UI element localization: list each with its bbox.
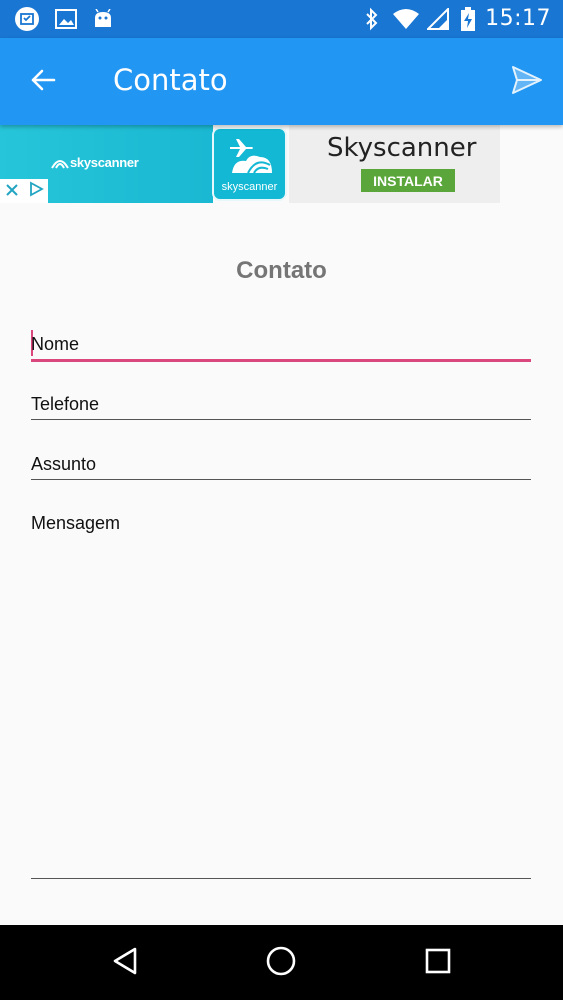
send-button[interactable] [505,60,549,104]
adchoices-icon [28,181,44,201]
status-time: 15:17 [485,6,551,31]
ad-app-icon-label: skyscanner [221,181,278,193]
phone-field-label: Telefone [31,394,100,414]
nav-recents-icon [424,947,452,979]
android-notification-icon [92,7,114,31]
app-bar-title: Contato [113,63,228,97]
subject-field-underline [31,479,531,480]
airplane-cloud-icon [226,135,276,183]
subject-field[interactable]: Assunto [31,450,531,482]
app-bar: Contato [0,38,563,125]
name-field-label: Nome [31,334,80,354]
send-icon [511,65,543,99]
phone-field-underline [31,419,531,420]
close-icon [5,182,19,201]
subject-field-label: Assunto [31,454,97,474]
message-field[interactable]: Mensagem [31,510,531,880]
nav-back-button[interactable] [105,943,145,983]
back-button[interactable] [18,58,68,106]
nav-home-icon [265,945,297,981]
nav-recents-button[interactable] [418,943,458,983]
navigation-bar [0,925,563,1000]
name-field-underline [31,359,531,362]
message-field-underline [31,878,531,879]
ad-brand-text: skyscanner [70,155,139,170]
form-title: Contato [236,257,327,284]
ad-brand-panel[interactable]: skyscanner [0,125,213,203]
signal-icon [427,7,449,31]
wifi-icon [392,7,420,31]
ad-info-panel[interactable]: Skyscanner INSTALAR [289,125,500,203]
calendar-notification-icon [14,7,40,31]
status-bar: 15:17 [0,0,563,38]
battery-charging-icon [460,7,476,31]
phone-field[interactable]: Telefone [31,390,531,422]
message-field-label: Mensagem [31,513,121,533]
ad-app-name: Skyscanner [327,133,477,163]
adchoices-button[interactable] [24,179,48,203]
skyscanner-logo-icon [50,155,70,174]
nav-back-icon [111,946,139,980]
arrow-left-icon [30,68,56,96]
ad-app-icon[interactable]: skyscanner [212,127,287,201]
image-notification-icon [55,7,77,31]
nav-home-button[interactable] [261,943,301,983]
ad-close-button[interactable] [0,179,24,203]
ad-banner[interactable]: skyscanner skyscanner Skyscanner INSTALA… [0,125,563,203]
ad-install-button[interactable]: INSTALAR [361,169,455,192]
bluetooth-icon [364,7,380,31]
name-field[interactable]: Nome [31,330,531,364]
